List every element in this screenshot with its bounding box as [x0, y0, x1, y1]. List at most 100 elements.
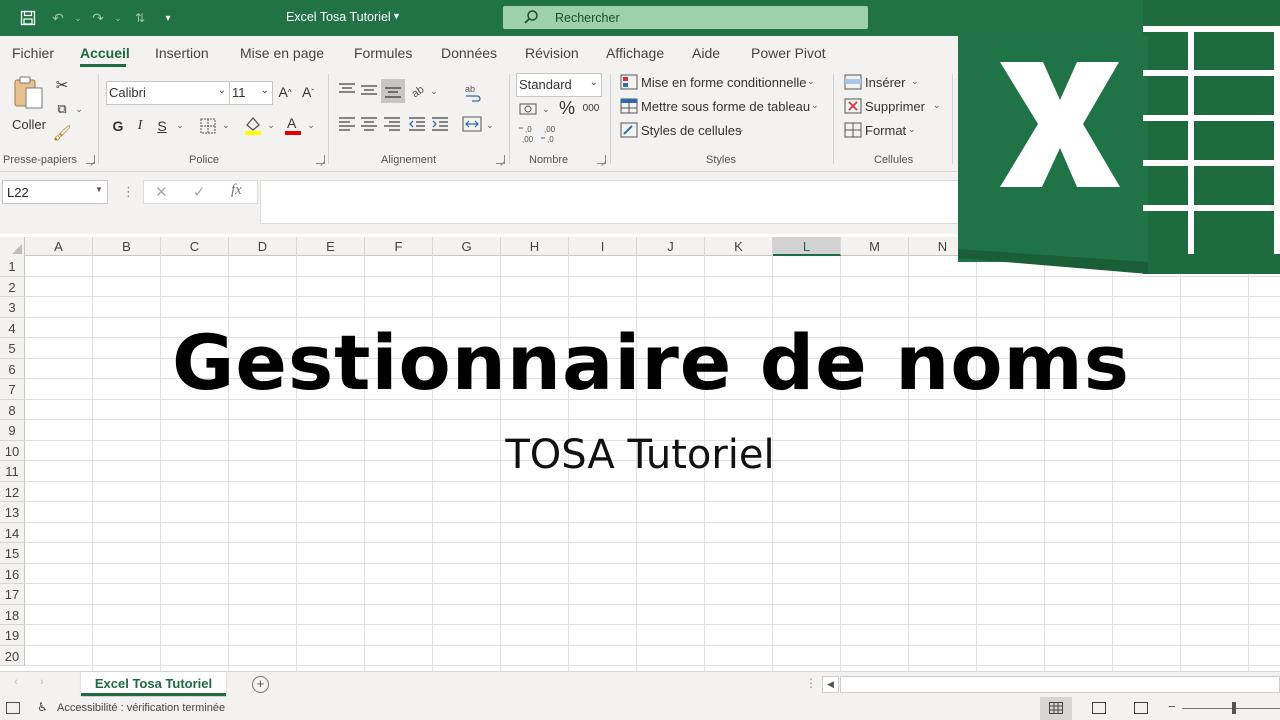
column-header-f[interactable]: F	[365, 237, 433, 256]
borders-dropdown-icon[interactable]: ⌄	[220, 118, 232, 132]
zoom-out-icon[interactable]: −	[1168, 699, 1176, 714]
redo-dropdown-icon[interactable]: ⌄	[108, 8, 128, 28]
row-header-17[interactable]: 17	[0, 584, 25, 605]
scroll-left-icon[interactable]: ◀	[822, 676, 839, 693]
namebox-dropdown-icon[interactable]: ▼	[95, 185, 103, 194]
tab-donnees[interactable]: Données	[441, 45, 497, 61]
tab-affichage[interactable]: Affichage	[606, 45, 664, 61]
increase-decimal-icon[interactable]: ,0,00	[518, 124, 540, 144]
undo-dropdown-icon[interactable]: ⌄	[68, 8, 88, 28]
save-icon[interactable]	[18, 8, 38, 28]
cut-icon[interactable]: ✂	[54, 76, 70, 94]
tab-mise-en-page[interactable]: Mise en page	[240, 45, 324, 61]
column-header-l[interactable]: L	[773, 237, 841, 256]
scroll-prev-sheet-icon[interactable]: ‹	[14, 676, 18, 688]
underline-button[interactable]: S	[154, 116, 170, 136]
zoom-slider-thumb[interactable]	[1232, 702, 1236, 714]
row-header-20[interactable]: 20	[0, 645, 25, 666]
font-launcher-icon[interactable]	[316, 155, 325, 164]
page-layout-view-icon[interactable]	[1092, 702, 1106, 714]
more-icon[interactable]: ⋮	[122, 184, 135, 200]
fill-dropdown-icon[interactable]: ⌄	[265, 118, 277, 132]
column-header-k[interactable]: K	[705, 237, 773, 256]
orientation-icon[interactable]: ab	[409, 80, 429, 100]
insert-function-icon[interactable]: fx	[231, 182, 242, 199]
accessibility-status[interactable]: Accessibilité : vérification terminée	[57, 702, 225, 714]
increase-indent-icon[interactable]	[431, 116, 449, 132]
row-header-2[interactable]: 2	[0, 276, 25, 297]
tab-aide[interactable]: Aide	[692, 45, 720, 61]
column-header-a[interactable]: A	[25, 237, 93, 256]
copy-icon[interactable]: ⧉	[52, 100, 72, 118]
number-launcher-icon[interactable]	[597, 155, 606, 164]
row-header-15[interactable]: 15	[0, 543, 25, 564]
name-box[interactable]: L22	[2, 180, 108, 204]
merge-center-icon[interactable]	[461, 114, 483, 134]
add-sheet-icon[interactable]: +	[252, 676, 269, 693]
row-header-18[interactable]: 18	[0, 604, 25, 625]
insert-cells-button[interactable]: Insérer ⌄	[844, 73, 924, 93]
currency-icon[interactable]	[518, 100, 540, 118]
currency-dropdown-icon[interactable]: ⌄	[540, 102, 552, 116]
accessibility-icon[interactable]: ♿	[37, 700, 48, 714]
row-header-14[interactable]: 14	[0, 522, 25, 543]
wrap-text-icon[interactable]: ab	[462, 82, 484, 104]
document-title[interactable]: Excel Tosa Tutoriel	[286, 10, 391, 24]
format-as-table-button[interactable]: Mettre sous forme de tableau ⌄	[620, 97, 825, 117]
column-header-d[interactable]: D	[229, 237, 297, 256]
zoom-slider[interactable]	[1182, 708, 1280, 709]
paste-button[interactable]: Coller	[8, 74, 48, 136]
cell-styles-button[interactable]: Styles de cellules ⌄	[620, 121, 750, 141]
search-box[interactable]: Rechercher	[503, 6, 868, 29]
undo-icon[interactable]: ↶	[48, 8, 68, 28]
tab-formules[interactable]: Formules	[354, 45, 412, 61]
increase-font-icon[interactable]: A ^	[276, 82, 294, 102]
align-bottom-icon[interactable]	[381, 79, 405, 103]
underline-dropdown-icon[interactable]: ⌄	[174, 118, 186, 132]
page-break-view-icon[interactable]	[1134, 702, 1148, 714]
conditional-formatting-button[interactable]: Mise en forme conditionnelle ⌄	[620, 73, 820, 93]
merge-dropdown-icon[interactable]: ⌄	[484, 118, 496, 132]
column-header-h[interactable]: H	[501, 237, 569, 256]
row-header-12[interactable]: 12	[0, 481, 25, 502]
align-top-icon[interactable]	[338, 82, 356, 98]
decrease-decimal-icon[interactable]: ,00,0	[540, 124, 562, 144]
row-header-1[interactable]: 1	[0, 256, 25, 277]
align-middle-icon[interactable]	[360, 82, 378, 98]
row-header-3[interactable]: 3	[0, 297, 25, 318]
font-color-dropdown-icon[interactable]: ⌄	[305, 118, 317, 132]
font-size-select[interactable]: 11 ⌄	[229, 81, 273, 105]
decrease-font-icon[interactable]: Aˇ	[299, 82, 317, 102]
horizontal-scrollbar[interactable]	[840, 676, 1280, 693]
format-painter-icon[interactable]: 🖌	[52, 124, 72, 142]
sheet-tab-active[interactable]: Excel Tosa Tutoriel	[81, 672, 226, 696]
align-center-icon[interactable]	[360, 116, 378, 132]
delete-cells-button[interactable]: Supprimer ⌄	[844, 97, 944, 117]
column-header-c[interactable]: C	[161, 237, 229, 256]
copy-dropdown-icon[interactable]: ⌄	[74, 102, 84, 116]
tab-revision[interactable]: Révision	[525, 45, 579, 61]
tab-accueil[interactable]: Accueil	[80, 45, 130, 61]
number-format-select[interactable]: Standard ⌄	[516, 73, 602, 97]
alignment-launcher-icon[interactable]	[496, 155, 505, 164]
align-right-icon[interactable]	[383, 116, 401, 132]
formula-input[interactable]	[260, 180, 960, 224]
font-color-icon[interactable]: A	[282, 114, 304, 136]
row-header-19[interactable]: 19	[0, 625, 25, 646]
title-dropdown-icon[interactable]: ▼	[392, 11, 401, 21]
column-header-e[interactable]: E	[297, 237, 365, 256]
fill-color-icon[interactable]	[242, 114, 264, 136]
borders-icon[interactable]	[198, 116, 218, 136]
splitter-handle-icon[interactable]: ⋮	[805, 676, 817, 690]
align-left-icon[interactable]	[338, 116, 356, 132]
tab-fichier[interactable]: Fichier	[12, 45, 54, 61]
sort-icon[interactable]: ⇅	[130, 8, 150, 28]
percent-icon[interactable]: %	[557, 98, 577, 118]
italic-button[interactable]: I	[132, 116, 148, 136]
clipboard-launcher-icon[interactable]	[86, 155, 95, 164]
scroll-next-sheet-icon[interactable]: ›	[40, 676, 44, 688]
column-header-j[interactable]: J	[637, 237, 705, 256]
tab-power-pivot[interactable]: Power Pivot	[751, 45, 826, 61]
cancel-icon[interactable]: ✕	[155, 183, 168, 201]
font-name-select[interactable]: Calibri ⌄	[106, 81, 230, 105]
